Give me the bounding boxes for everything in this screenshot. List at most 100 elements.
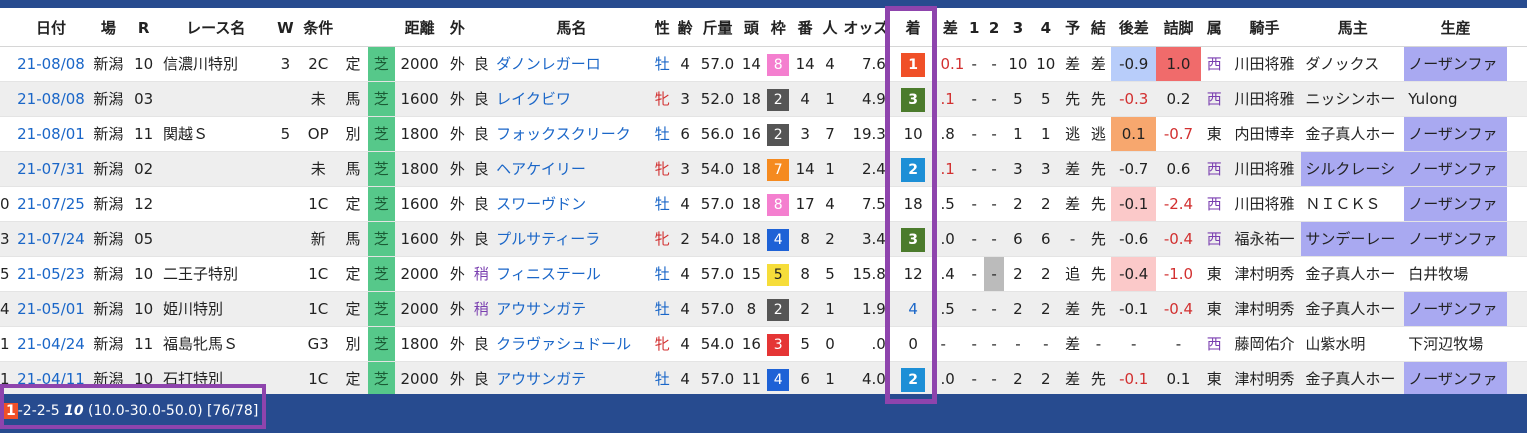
col-class[interactable]: 条件	[298, 10, 339, 47]
cell-tsume: -2.4	[1156, 186, 1201, 222]
cell-date[interactable]: 21-07/31	[13, 151, 89, 187]
col-outer[interactable]: 外	[444, 10, 471, 47]
col-atosa[interactable]: 後差	[1111, 10, 1157, 47]
cell-num: 17	[792, 186, 819, 222]
col-sex[interactable]: 性	[650, 10, 674, 47]
table-row: 4 21-05/01 新潟 10 姫川特別 1C 定芝 2000 外稍アウサンガテ牡 4 57.0 8…	[0, 291, 1527, 327]
cell-race[interactable]	[159, 186, 273, 222]
cell-extra	[1507, 151, 1527, 187]
col-tsume[interactable]: 詰脚	[1156, 10, 1201, 47]
cell-date[interactable]: 21-05/01	[13, 291, 89, 327]
cell-r: 03	[128, 81, 160, 117]
cell-owner: ダノックス	[1301, 46, 1405, 82]
position-badge: 2	[901, 367, 926, 392]
cell-date[interactable]: 21-08/08	[13, 46, 89, 82]
col-c3[interactable]: 3	[1004, 10, 1032, 47]
col-age[interactable]: 齢	[673, 10, 697, 47]
col-w[interactable]: W	[272, 10, 299, 47]
cell-horse[interactable]: ダノンレガーロ	[492, 46, 651, 82]
cell-date[interactable]: 21-08/01	[13, 116, 89, 152]
col-number[interactable]: 番	[792, 10, 819, 47]
col-race-name[interactable]: レース名	[159, 10, 273, 47]
col-race-no[interactable]: R	[128, 10, 160, 47]
cell-race[interactable]: 姫川特別	[159, 291, 273, 327]
cell-horse[interactable]: アウサンガテ	[492, 361, 651, 394]
cell-yo: 差	[1059, 326, 1086, 362]
cell-race[interactable]	[159, 221, 273, 257]
cell-going: 稍	[470, 291, 493, 327]
cell-owner: 山紫水明	[1301, 326, 1405, 362]
cell-jockey[interactable]: 津村明秀	[1227, 256, 1302, 292]
cell-date[interactable]: 21-08/08	[13, 81, 89, 117]
cell-yo: -	[1059, 221, 1086, 257]
col-place[interactable]: 場	[88, 10, 129, 47]
cell-surf: 芝	[367, 151, 395, 187]
cell-c3: 1	[1004, 116, 1032, 152]
cell-c1: -	[964, 256, 985, 292]
col-popularity[interactable]: 人	[818, 10, 842, 47]
cell-going: 良	[470, 186, 493, 222]
col-position[interactable]: 着	[889, 10, 937, 47]
cell-date[interactable]: 21-07/25	[13, 186, 89, 222]
cell-race[interactable]	[159, 81, 273, 117]
cell-horse[interactable]: レイクビワ	[492, 81, 651, 117]
cell-jockey[interactable]: 川田将雅	[1227, 81, 1302, 117]
cell-jockey[interactable]: 内田博幸	[1227, 116, 1302, 152]
cell-jockey[interactable]: 川田将雅	[1227, 46, 1302, 82]
cell-date[interactable]: 21-07/24	[13, 221, 89, 257]
col-breeder[interactable]: 生産	[1404, 10, 1508, 47]
col-jockey[interactable]: 騎手	[1227, 10, 1302, 47]
cell-jockey[interactable]: 川田将雅	[1227, 186, 1302, 222]
cell-cond: 馬	[338, 81, 368, 117]
cell-jockey[interactable]: 津村明秀	[1227, 361, 1302, 394]
col-date[interactable]: 日付	[13, 10, 89, 47]
cell-zoku: 西	[1200, 326, 1228, 362]
cell-horse[interactable]: フォックスクリーク	[492, 116, 651, 152]
cell-num: 8	[792, 221, 819, 257]
cell-race[interactable]	[159, 151, 273, 187]
cell-no	[0, 116, 14, 152]
cell-place: 新潟	[88, 291, 129, 327]
cell-horse[interactable]: クラヴァシュドール	[492, 326, 651, 362]
col-c1[interactable]: 1	[964, 10, 985, 47]
col-horse[interactable]: 馬名	[492, 10, 651, 47]
cell-jockey[interactable]: 川田将雅	[1227, 151, 1302, 187]
cell-no: 4	[0, 291, 14, 327]
col-prediction[interactable]: 予	[1059, 10, 1086, 47]
col-odds[interactable]: オッズ	[841, 10, 890, 47]
cell-horse[interactable]: スワーヴドン	[492, 186, 651, 222]
cell-horse[interactable]: フィニステール	[492, 256, 651, 292]
cell-age: 6	[673, 116, 697, 152]
cell-horse[interactable]: ヘアケイリー	[492, 151, 651, 187]
cell-num: 14	[792, 46, 819, 82]
col-surface	[367, 10, 395, 47]
cell-atosa: 0.1	[1111, 116, 1157, 152]
cell-race[interactable]: 二王子特別	[159, 256, 273, 292]
cell-date[interactable]: 21-04/24	[13, 326, 89, 362]
col-distance[interactable]: 距離	[394, 10, 445, 47]
col-weight[interactable]: 斤量	[696, 10, 739, 47]
col-result[interactable]: 結	[1085, 10, 1112, 47]
col-c2[interactable]: 2	[984, 10, 1005, 47]
cell-race[interactable]: 信濃川特別	[159, 46, 273, 82]
col-owner[interactable]: 馬主	[1301, 10, 1405, 47]
col-diff[interactable]: 差	[936, 10, 965, 47]
cell-date[interactable]: 21-05/23	[13, 256, 89, 292]
cell-c1: -	[964, 186, 985, 222]
cell-horse[interactable]: プルサティーラ	[492, 221, 651, 257]
col-waku[interactable]: 枠	[764, 10, 793, 47]
col-runners[interactable]: 頭	[738, 10, 765, 47]
cell-surf: 芝	[367, 186, 395, 222]
cell-jockey[interactable]: 津村明秀	[1227, 291, 1302, 327]
cell-race[interactable]: 関越Ｓ	[159, 116, 273, 152]
col-zoku[interactable]: 属	[1200, 10, 1228, 47]
cell-ke: 逃	[1085, 116, 1112, 152]
cell-horse[interactable]: アウサンガテ	[492, 291, 651, 327]
col-c4[interactable]: 4	[1031, 10, 1060, 47]
cell-atosa: -0.3	[1111, 81, 1157, 117]
cell-race[interactable]: 福島牝馬Ｓ	[159, 326, 273, 362]
cell-jockey[interactable]: 藤岡佑介	[1227, 326, 1302, 362]
cell-going: 良	[470, 151, 493, 187]
cell-sex: 牝	[650, 326, 674, 362]
cell-jockey[interactable]: 福永祐一	[1227, 221, 1302, 257]
